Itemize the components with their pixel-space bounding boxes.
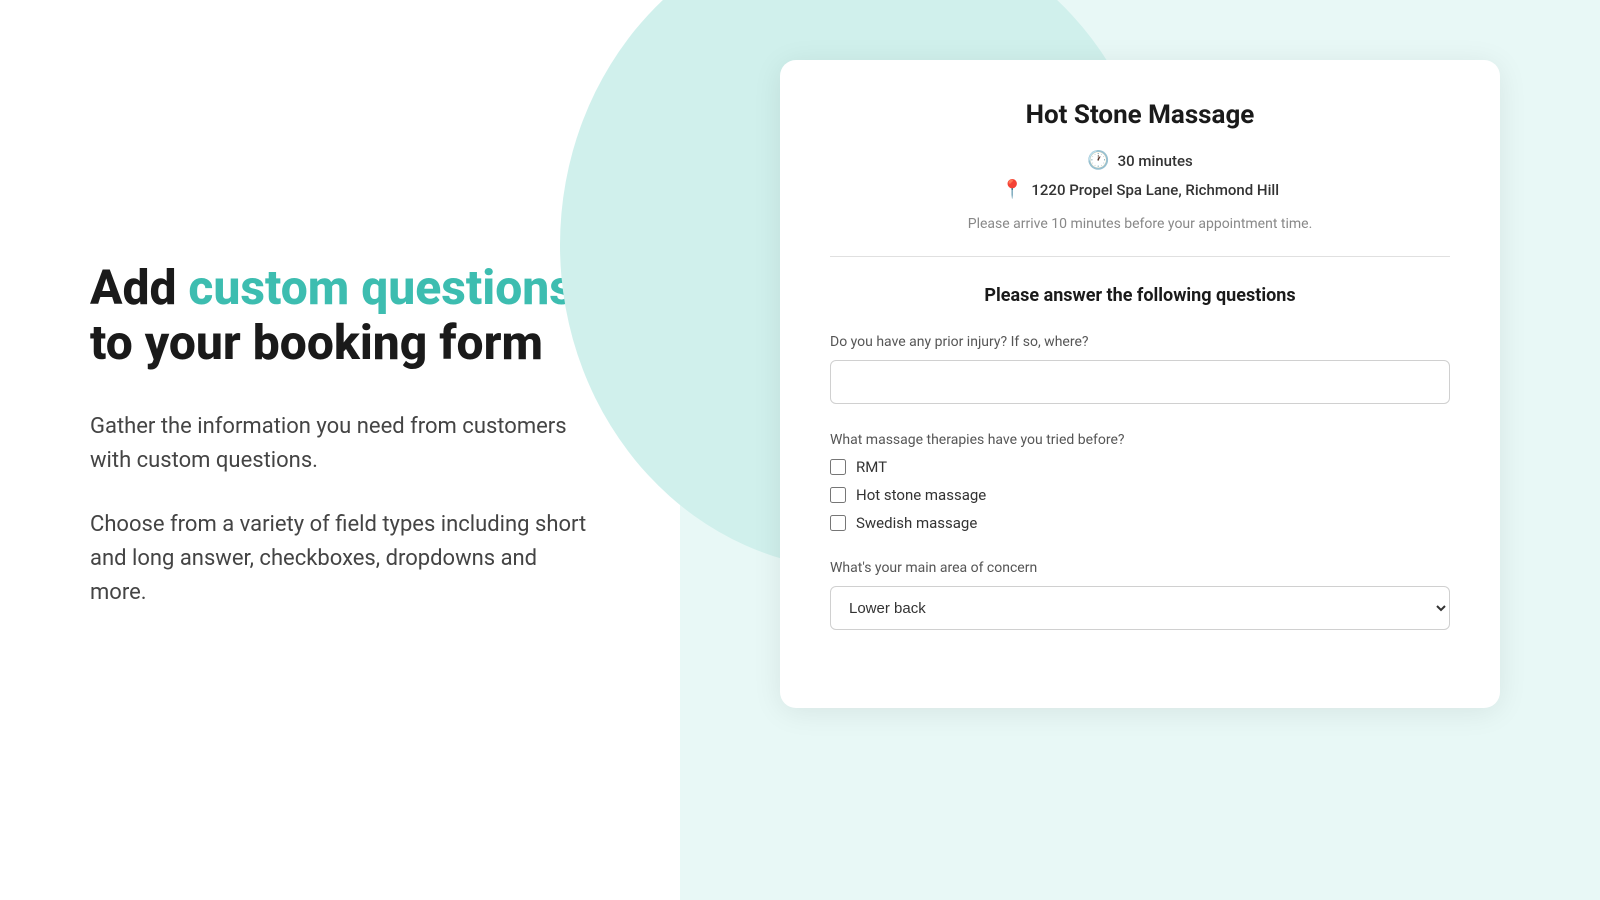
section-divider xyxy=(830,256,1450,257)
checkbox-hot-stone[interactable]: Hot stone massage xyxy=(830,486,1450,504)
question-3-group: What's your main area of concern Lower b… xyxy=(830,560,1450,630)
main-headline: Add custom questions to your booking for… xyxy=(90,260,590,370)
duration-meta: 🕐 30 minutes xyxy=(1087,150,1193,171)
right-panel: Hot Stone Massage 🕐 30 minutes 📍 1220 Pr… xyxy=(680,0,1600,900)
arrival-note: Please arrive 10 minutes before your app… xyxy=(830,216,1450,232)
checkbox-swedish-input[interactable] xyxy=(830,515,846,531)
checkbox-rmt-label: RMT xyxy=(856,458,887,476)
checkbox-swedish-label: Swedish massage xyxy=(856,514,977,532)
service-title: Hot Stone Massage xyxy=(830,100,1450,130)
headline-highlight-text: custom questions xyxy=(188,259,574,316)
headline-static-text: Add xyxy=(90,259,188,316)
location-meta: 📍 1220 Propel Spa Lane, Richmond Hill xyxy=(1001,179,1279,200)
checkbox-hot-stone-label: Hot stone massage xyxy=(856,486,986,504)
booking-form-card: Hot Stone Massage 🕐 30 minutes 📍 1220 Pr… xyxy=(780,60,1500,708)
question-3-select[interactable]: Lower back Neck Shoulders Upper back Leg… xyxy=(830,586,1450,630)
question-1-input[interactable] xyxy=(830,360,1450,404)
body-text-1: Gather the information you need from cus… xyxy=(90,410,590,478)
clock-icon: 🕐 xyxy=(1087,150,1109,171)
question-3-label: What's your main area of concern xyxy=(830,560,1450,576)
checkbox-rmt-input[interactable] xyxy=(830,459,846,475)
headline-end-text: to your booking form xyxy=(90,314,543,371)
duration-label: 30 minutes xyxy=(1118,152,1193,170)
checkbox-group: RMT Hot stone massage Swedish massage xyxy=(830,458,1450,532)
question-1-group: Do you have any prior injury? If so, whe… xyxy=(830,334,1450,404)
checkbox-hot-stone-input[interactable] xyxy=(830,487,846,503)
question-2-group: What massage therapies have you tried be… xyxy=(830,432,1450,532)
question-1-label: Do you have any prior injury? If so, whe… xyxy=(830,334,1450,350)
location-label: 1220 Propel Spa Lane, Richmond Hill xyxy=(1031,181,1279,199)
question-2-label: What massage therapies have you tried be… xyxy=(830,432,1450,448)
checkbox-swedish[interactable]: Swedish massage xyxy=(830,514,1450,532)
body-text-2: Choose from a variety of field types inc… xyxy=(90,508,590,610)
checkbox-rmt[interactable]: RMT xyxy=(830,458,1450,476)
location-icon: 📍 xyxy=(1001,179,1023,200)
service-meta: 🕐 30 minutes 📍 1220 Propel Spa Lane, Ric… xyxy=(830,150,1450,200)
questions-section-title: Please answer the following questions xyxy=(830,285,1450,306)
